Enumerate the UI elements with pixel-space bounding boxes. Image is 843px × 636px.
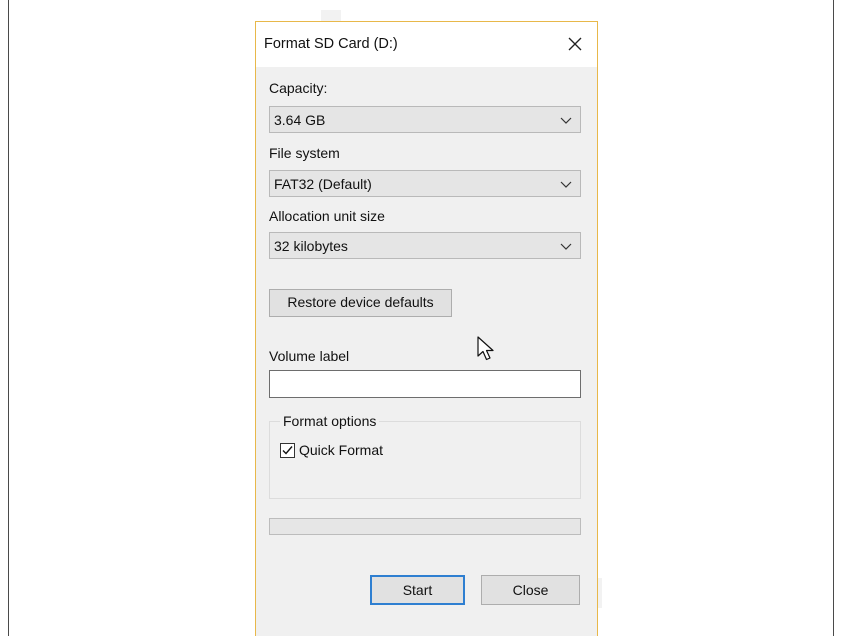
capacity-label: Capacity: [269, 80, 328, 96]
allocation-unit-value: 32 kilobytes [274, 238, 348, 254]
format-progress-bar [269, 518, 581, 535]
title-bar: Format SD Card (D:) [256, 22, 597, 67]
start-button[interactable]: Start [370, 575, 465, 605]
quick-format-label[interactable]: Quick Format [299, 442, 383, 458]
dialog-title: Format SD Card (D:) [264, 36, 398, 52]
close-button[interactable]: Close [481, 575, 580, 605]
background-window-fragment [598, 578, 602, 608]
volume-label-label: Volume label [269, 348, 350, 364]
restore-defaults-button[interactable]: Restore device defaults [269, 289, 452, 317]
allocation-unit-label: Allocation unit size [269, 208, 385, 224]
chevron-down-icon [560, 181, 572, 188]
chevron-down-icon [560, 117, 572, 124]
file-system-select[interactable]: FAT32 (Default) [269, 170, 581, 197]
close-icon[interactable] [560, 30, 590, 60]
volume-label-input[interactable] [269, 370, 581, 398]
quick-format-checkbox[interactable] [280, 443, 295, 458]
mouse-pointer-icon [477, 336, 494, 361]
checkmark-icon [282, 446, 293, 455]
capacity-select[interactable]: 3.64 GB [269, 106, 581, 133]
capacity-value: 3.64 GB [274, 112, 326, 128]
format-dialog: Format SD Card (D:) Capacity: 3.64 GB Fi… [255, 21, 598, 636]
format-options-legend: Format options [280, 413, 380, 429]
file-system-label: File system [269, 145, 340, 161]
format-options-group [269, 421, 581, 499]
file-system-value: FAT32 (Default) [274, 176, 372, 192]
chevron-down-icon [560, 243, 572, 250]
allocation-unit-select[interactable]: 32 kilobytes [269, 232, 581, 259]
